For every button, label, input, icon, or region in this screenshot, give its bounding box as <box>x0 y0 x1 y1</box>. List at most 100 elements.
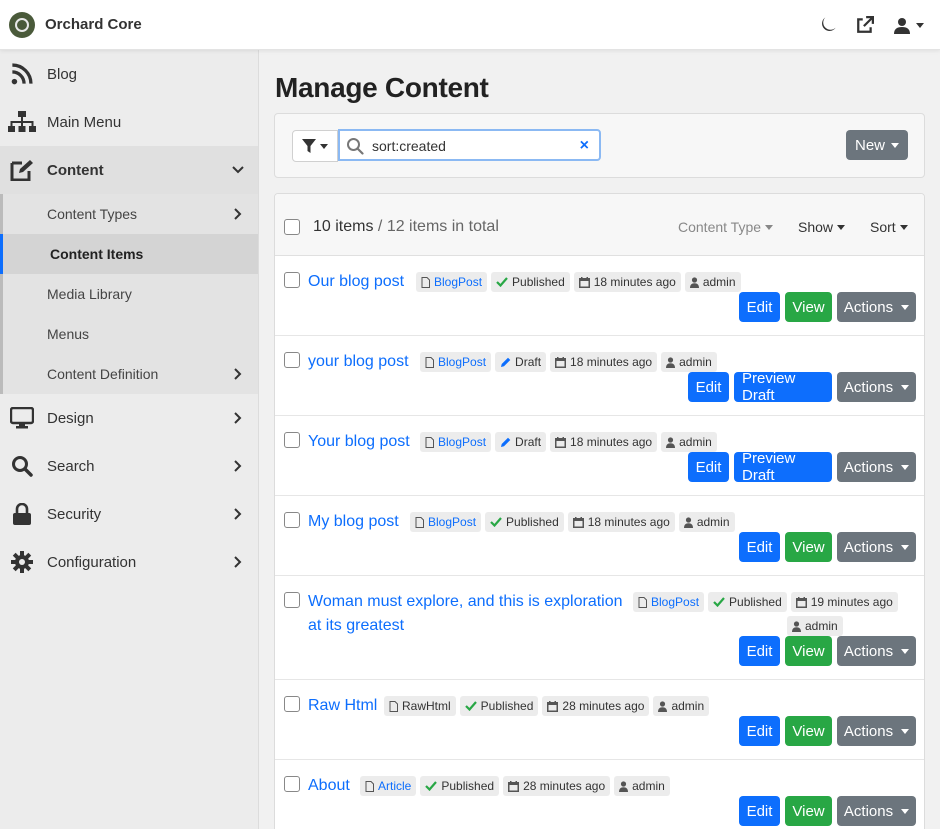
author-label: admin <box>696 515 730 529</box>
actions-button[interactable]: Actions <box>837 372 916 402</box>
item-checkbox[interactable] <box>284 512 300 528</box>
calendar-icon <box>555 436 567 448</box>
edit-button[interactable]: Edit <box>688 372 729 402</box>
sidebar-item-label: Security <box>47 505 102 523</box>
edit-button[interactable]: Edit <box>739 796 780 826</box>
sidebar-item-search[interactable]: Search <box>0 442 258 490</box>
clear-search-icon[interactable]: × <box>580 138 589 154</box>
item-title-line: at its greatest <box>308 617 405 634</box>
content-type-label: BlogPost <box>434 275 483 289</box>
content-type-dropdown[interactable]: Content Type <box>678 219 774 235</box>
chevron-right-icon <box>232 368 244 380</box>
sidebar-item-security[interactable]: Security <box>0 490 258 538</box>
view-button[interactable]: View <box>785 292 832 322</box>
edit-button[interactable]: Edit <box>688 452 729 482</box>
view-button[interactable]: View <box>785 716 832 746</box>
sidebar-item-configuration[interactable]: Configuration <box>0 538 258 586</box>
sidebar-item-media-library[interactable]: Media Library <box>3 274 258 314</box>
view-button[interactable]: View <box>785 636 832 666</box>
user-icon <box>683 516 693 528</box>
actions-button[interactable]: Actions <box>837 716 916 746</box>
content-type-badge[interactable]: Article <box>360 776 417 796</box>
author-badge: admin <box>653 696 710 716</box>
show-label: Show <box>798 219 834 235</box>
content-type-badge[interactable]: BlogPost <box>420 432 492 452</box>
status-label: Published <box>480 699 534 713</box>
status-label: Draft <box>515 435 542 449</box>
actions-button[interactable]: Actions <box>837 452 916 482</box>
show-dropdown[interactable]: Show <box>798 219 846 235</box>
status-label: Published <box>512 275 565 289</box>
actions-label: Actions <box>843 378 894 396</box>
edit-button[interactable]: Edit <box>739 532 780 562</box>
brand[interactable]: Orchard Core <box>9 11 142 38</box>
preview-draft-button[interactable]: Preview Draft <box>734 450 832 484</box>
new-button[interactable]: New <box>846 130 908 160</box>
content-type-badge[interactable]: BlogPost <box>420 352 492 372</box>
actions-button[interactable]: Actions <box>837 292 916 322</box>
actions-label: Actions <box>843 642 894 660</box>
edit-button[interactable]: Edit <box>739 292 780 322</box>
filter-dropdown-button[interactable] <box>292 130 338 162</box>
item-title-link[interactable]: Your blog post <box>308 430 410 454</box>
view-button[interactable]: View <box>785 532 832 562</box>
search-input-value: sort:created <box>372 138 446 154</box>
select-all-checkbox[interactable] <box>284 219 300 235</box>
sidebar-item-content-types[interactable]: Content Types <box>3 194 258 234</box>
item-title-link[interactable]: your blog post <box>308 350 409 374</box>
item-title-link[interactable]: My blog post <box>308 510 399 534</box>
sort-dropdown[interactable]: Sort <box>870 219 908 235</box>
user-icon <box>619 780 629 792</box>
external-link-icon[interactable] <box>854 14 876 36</box>
item-checkbox[interactable] <box>284 432 300 448</box>
sidebar-item-content-items[interactable]: Content Items <box>0 234 258 274</box>
actions-button[interactable]: Actions <box>837 636 916 666</box>
list-item: Our blog post BlogPost Published 18 minu… <box>275 256 924 336</box>
date-label: 18 minutes ago <box>593 275 676 289</box>
check-icon <box>496 277 508 287</box>
page-title: Manage Content <box>275 72 489 103</box>
sidebar-item-main-menu[interactable]: Main Menu <box>0 98 258 146</box>
item-checkbox[interactable] <box>284 776 300 792</box>
sidebar-item-label: Configuration <box>47 553 137 571</box>
actions-button[interactable]: Actions <box>837 796 916 826</box>
sidebar-item-label: Media Library <box>47 286 132 302</box>
user-icon <box>689 276 699 288</box>
moon-icon[interactable] <box>816 14 838 36</box>
calendar-icon <box>547 700 559 712</box>
content-type-badge[interactable]: BlogPost <box>410 512 482 532</box>
filter-bar: sort:created × New <box>274 113 925 178</box>
actions-label: Actions <box>843 722 894 740</box>
sidebar-item-design[interactable]: Design <box>0 394 258 442</box>
preview-draft-button[interactable]: Preview Draft <box>734 370 832 404</box>
item-title-link[interactable]: Our blog post <box>308 270 404 294</box>
content-type-badge[interactable]: BlogPost <box>416 272 488 292</box>
sidebar-item-content-definition[interactable]: Content Definition <box>3 354 258 394</box>
actions-button[interactable]: Actions <box>837 532 916 562</box>
date-badge: 19 minutes ago <box>790 592 898 612</box>
check-icon <box>490 517 502 527</box>
item-checkbox[interactable] <box>284 272 300 288</box>
edit-button[interactable]: Edit <box>739 636 780 666</box>
item-checkbox[interactable] <box>284 696 300 712</box>
pencil-icon <box>501 437 511 447</box>
search-input[interactable]: sort:created × <box>338 129 601 161</box>
item-checkbox[interactable] <box>284 352 300 368</box>
item-checkbox[interactable] <box>284 592 300 608</box>
actions-label: Actions <box>843 298 894 316</box>
new-button-label: New <box>854 136 885 154</box>
content-type-badge[interactable]: RawHtml <box>384 696 456 716</box>
view-button[interactable]: View <box>785 796 832 826</box>
sidebar-item-content[interactable]: Content <box>0 146 258 194</box>
user-menu-icon[interactable] <box>892 14 926 36</box>
content-type-badge[interactable]: BlogPost <box>633 592 705 612</box>
item-title-link[interactable]: About <box>308 774 350 798</box>
sidebar: Blog Main Menu Content Content Types Con… <box>0 50 259 829</box>
edit-button[interactable]: Edit <box>739 716 780 746</box>
sidebar-item-blog[interactable]: Blog <box>0 50 258 98</box>
sidebar-item-menus[interactable]: Menus <box>3 314 258 354</box>
date-label: 28 minutes ago <box>523 779 606 793</box>
item-title-link[interactable]: Raw Html <box>308 694 377 718</box>
list-item: Raw Html RawHtml Published 28 minutes ag… <box>275 680 924 760</box>
item-title-link[interactable]: Woman must explore, and this is explorat… <box>308 590 623 638</box>
